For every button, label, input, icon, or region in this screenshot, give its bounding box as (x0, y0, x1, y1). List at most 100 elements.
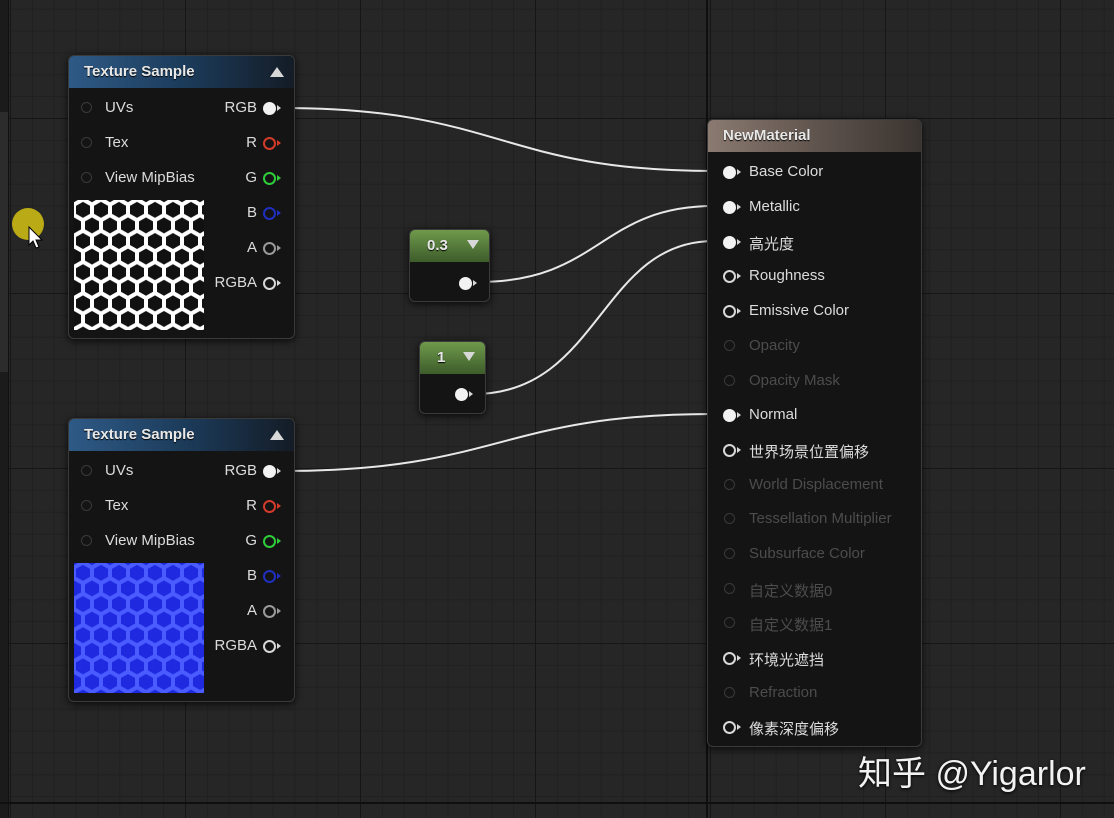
rgb-label: RGB (224, 99, 257, 116)
constant-node-2[interactable]: 1 (419, 341, 486, 414)
pixel-depth-offset-pin[interactable] (723, 721, 736, 734)
rgba-output-pin[interactable] (263, 640, 276, 653)
material-node[interactable]: NewMaterial Base Color Metallic 高光度 Roug… (707, 119, 922, 747)
g-output-pin[interactable] (263, 535, 276, 548)
collapse-icon[interactable] (270, 430, 284, 440)
pin-arrow-icon (277, 210, 281, 216)
custom-data-0-pin[interactable] (724, 583, 735, 594)
grid-line (0, 802, 1114, 804)
subsurface-label: Subsurface Color (749, 545, 865, 562)
opacity-pin[interactable] (724, 340, 735, 351)
pin-row-uvs: UVs RGB (69, 98, 294, 118)
material-input-base-color: Base Color (708, 162, 921, 182)
mipbias-input-pin[interactable] (81, 172, 92, 183)
node-header[interactable]: 0.3 (410, 230, 489, 262)
pin-arrow-icon (737, 724, 741, 730)
metallic-label: Metallic (749, 198, 800, 215)
tex-input-pin[interactable] (81, 137, 92, 148)
refraction-pin[interactable] (724, 687, 735, 698)
pin-arrow-icon (277, 280, 281, 286)
g-label: G (245, 532, 257, 549)
constant-output-pin[interactable] (459, 277, 472, 290)
material-input-refraction: Refraction (708, 683, 921, 703)
pin-row-uvs: UVs RGB (69, 461, 294, 481)
pin-arrow-icon (737, 169, 741, 175)
material-input-opacity: Opacity (708, 336, 921, 356)
pin-row-tex: Tex R (69, 496, 294, 516)
roughness-pin[interactable] (723, 270, 736, 283)
pin-arrow-icon (737, 204, 741, 210)
base-color-pin[interactable] (723, 166, 736, 179)
wire-rgb-to-base-color (281, 107, 715, 172)
a-output-pin[interactable] (263, 242, 276, 255)
tessellation-pin[interactable] (724, 513, 735, 524)
ambient-occlusion-pin[interactable] (723, 652, 736, 665)
rgb-output-pin[interactable] (263, 102, 276, 115)
material-input-normal: Normal (708, 405, 921, 425)
metallic-pin[interactable] (723, 201, 736, 214)
tex-label: Tex (105, 134, 129, 151)
subsurface-pin[interactable] (724, 548, 735, 559)
rgb-output-pin[interactable] (263, 465, 276, 478)
expand-icon[interactable] (463, 352, 475, 361)
custom-data-1-pin[interactable] (724, 617, 735, 628)
wire-rgb-to-normal (281, 413, 715, 472)
pin-arrow-icon (277, 105, 281, 111)
collapse-icon[interactable] (270, 67, 284, 77)
world-position-offset-pin[interactable] (723, 444, 736, 457)
pin-arrow-icon (277, 503, 281, 509)
refraction-label: Refraction (749, 684, 818, 701)
opacity-mask-label: Opacity Mask (749, 372, 840, 389)
emissive-pin[interactable] (723, 305, 736, 318)
normal-pin[interactable] (723, 409, 736, 422)
rgb-label: RGB (224, 462, 257, 479)
material-input-world-displacement: World Displacement (708, 475, 921, 495)
tex-label: Tex (105, 497, 129, 514)
expand-icon[interactable] (467, 240, 479, 249)
uvs-input-pin[interactable] (81, 465, 92, 476)
custom-data-0-label: 自定义数据0 (749, 583, 833, 600)
wire-constant-to-specular (473, 240, 715, 395)
specular-pin[interactable] (723, 236, 736, 249)
pixel-depth-offset-label: 像素深度偏移 (749, 721, 840, 738)
pin-arrow-icon (277, 468, 281, 474)
mipbias-input-pin[interactable] (81, 535, 92, 546)
world-displacement-pin[interactable] (724, 479, 735, 490)
node-header[interactable]: 1 (420, 342, 485, 374)
material-input-roughness: Roughness (708, 266, 921, 286)
node-header[interactable]: Texture Sample (69, 419, 294, 451)
base-color-label: Base Color (749, 163, 824, 180)
material-input-custom-data-1: 自定义数据1 (708, 613, 921, 634)
pin-row-tex: Tex R (69, 133, 294, 153)
world-position-offset-label: 世界场景位置偏移 (749, 444, 870, 461)
a-output-pin[interactable] (263, 605, 276, 618)
rgba-output-pin[interactable] (263, 277, 276, 290)
constant-output-pin[interactable] (455, 388, 468, 401)
view-mipbias-label: View MipBias (105, 169, 195, 186)
material-input-custom-data-0: 自定义数据0 (708, 579, 921, 600)
tex-input-pin[interactable] (81, 500, 92, 511)
a-label: A (246, 239, 257, 256)
b-output-pin[interactable] (263, 207, 276, 220)
uvs-input-pin[interactable] (81, 102, 92, 113)
b-label: B (246, 567, 257, 584)
material-input-subsurface: Subsurface Color (708, 544, 921, 564)
node-header[interactable]: Texture Sample (69, 56, 294, 88)
b-output-pin[interactable] (263, 570, 276, 583)
r-output-pin[interactable] (263, 500, 276, 513)
material-input-ambient-occlusion: 环境光遮挡 (708, 648, 921, 669)
node-header[interactable]: NewMaterial (708, 120, 921, 152)
material-input-specular: 高光度 (708, 232, 921, 253)
emissive-label: Emissive Color (749, 302, 850, 319)
pin-arrow-icon (277, 538, 281, 544)
watermark: 知乎 @Yigarlor (858, 755, 1086, 793)
b-label: B (246, 204, 257, 221)
pin-row-mipbias: View MipBias G (69, 531, 294, 551)
opacity-mask-pin[interactable] (724, 375, 735, 386)
constant-node-1[interactable]: 0.3 (409, 229, 490, 302)
a-label: A (246, 602, 257, 619)
g-output-pin[interactable] (263, 172, 276, 185)
r-label: R (246, 497, 257, 514)
wire-constant-to-metallic (477, 205, 715, 283)
r-output-pin[interactable] (263, 137, 276, 150)
